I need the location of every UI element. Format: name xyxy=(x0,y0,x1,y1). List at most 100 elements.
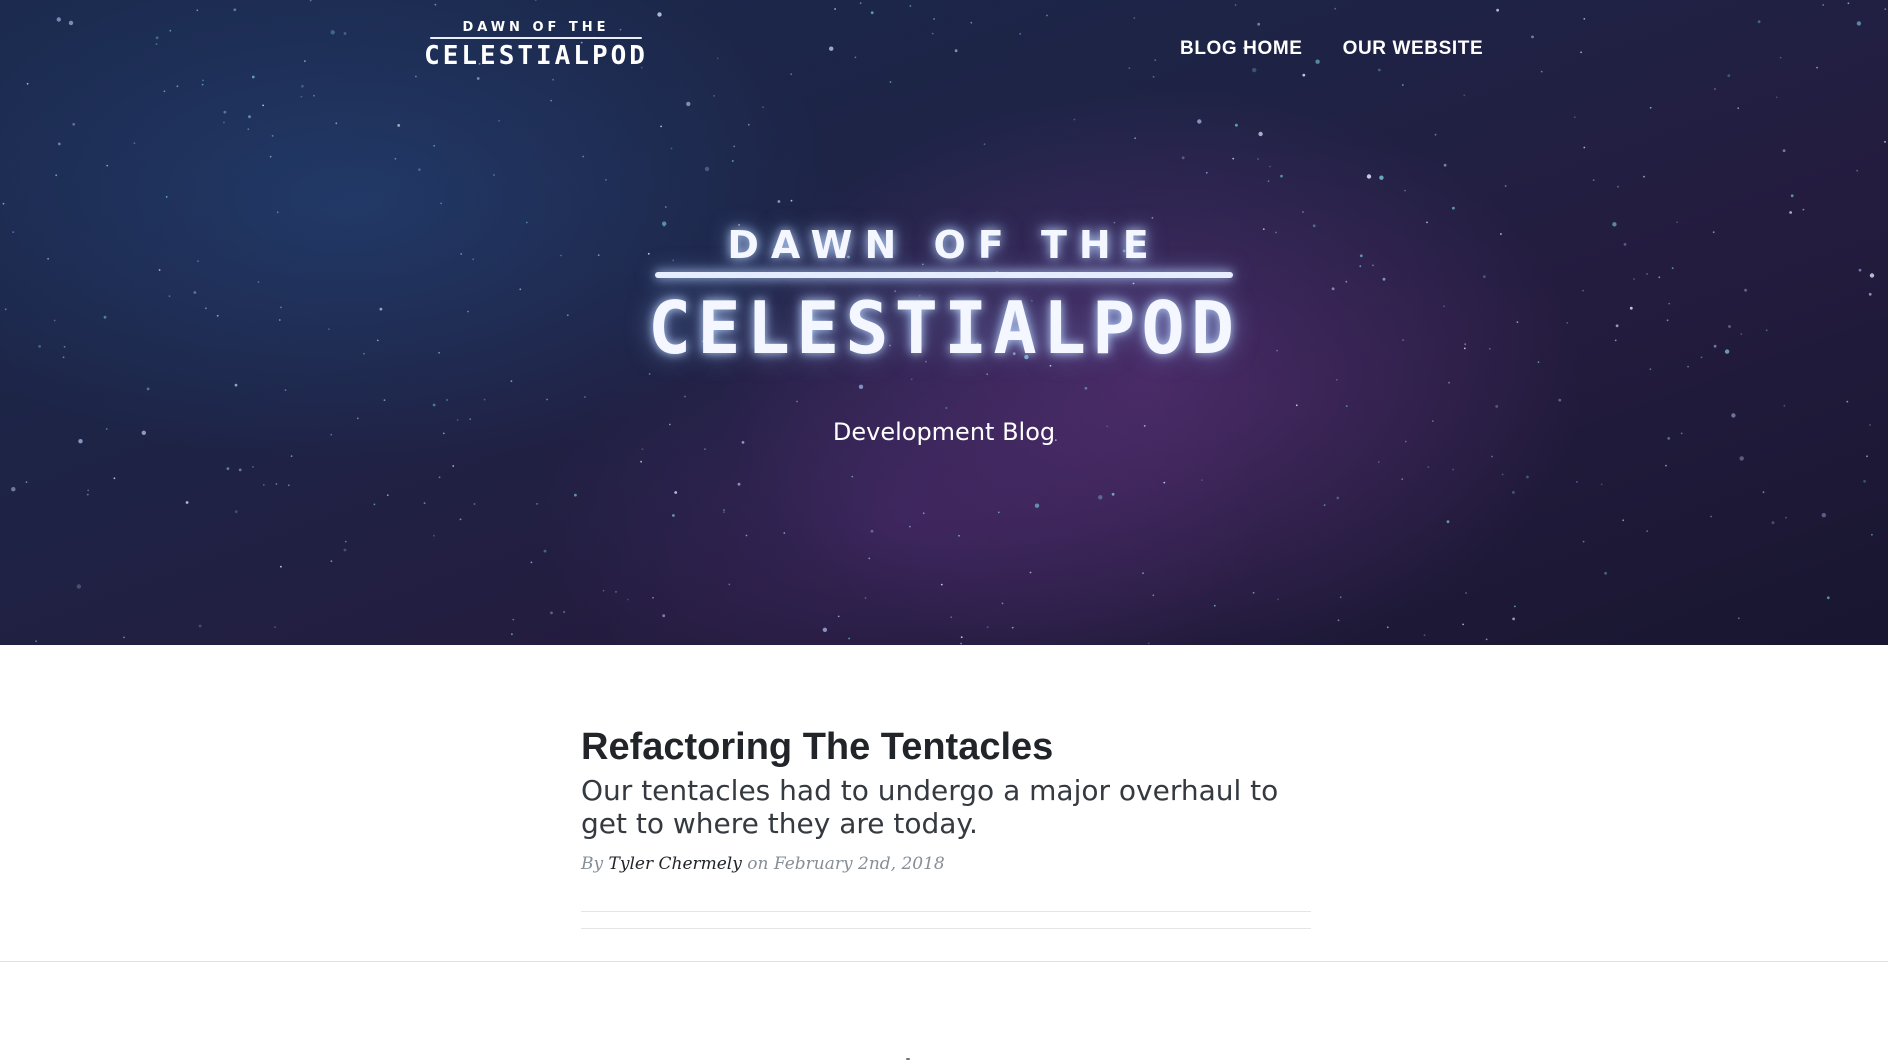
star xyxy=(1366,174,1372,179)
star xyxy=(155,36,159,40)
star xyxy=(1714,88,1716,90)
star xyxy=(1512,491,1515,494)
star xyxy=(498,119,500,122)
star xyxy=(1869,424,1871,426)
star xyxy=(909,525,911,528)
star xyxy=(12,231,15,234)
hero-header: DAWN OF THE CELESTIALPOD BLOG HOME OUR W… xyxy=(0,0,1888,645)
nav-link-blog-home[interactable]: BLOG HOME xyxy=(1180,36,1303,62)
star xyxy=(933,18,935,20)
star xyxy=(909,5,912,7)
star xyxy=(584,396,586,398)
star xyxy=(1404,189,1406,192)
nav-logo-main-text: CELESTIALPOD xyxy=(424,41,648,71)
star xyxy=(662,614,666,618)
star xyxy=(415,75,417,78)
star xyxy=(57,142,61,146)
star xyxy=(1668,302,1671,305)
star xyxy=(1501,473,1504,476)
star xyxy=(185,501,189,504)
star xyxy=(1232,157,1235,160)
hero-subtitle: Development Blog xyxy=(832,418,1056,446)
star xyxy=(1011,626,1014,629)
star xyxy=(1295,404,1298,407)
nav-logo-divider xyxy=(430,37,642,39)
star xyxy=(433,144,436,147)
star xyxy=(198,624,202,628)
star xyxy=(940,583,943,586)
star xyxy=(762,106,764,109)
star xyxy=(169,29,172,32)
star xyxy=(1516,321,1519,323)
star xyxy=(440,202,442,205)
star xyxy=(1779,56,1782,59)
star xyxy=(1235,123,1238,127)
star xyxy=(1884,141,1886,143)
star xyxy=(1724,349,1730,354)
star xyxy=(1029,571,1032,574)
star xyxy=(1488,347,1491,350)
star xyxy=(1277,598,1279,601)
star xyxy=(1404,440,1407,443)
star xyxy=(252,466,254,468)
star xyxy=(552,78,554,81)
star xyxy=(986,626,989,629)
star xyxy=(668,423,671,426)
star xyxy=(11,487,16,492)
star xyxy=(1334,7,1337,10)
star xyxy=(1531,35,1534,39)
star xyxy=(205,307,207,310)
star xyxy=(1128,67,1131,69)
star xyxy=(78,439,83,444)
star xyxy=(728,583,731,586)
star xyxy=(574,493,577,497)
star xyxy=(1302,73,1306,77)
star xyxy=(233,8,237,12)
star xyxy=(275,483,278,485)
star xyxy=(68,20,74,26)
star xyxy=(582,155,585,158)
star xyxy=(1671,267,1674,269)
star xyxy=(363,352,365,355)
nav-link-our-website[interactable]: OUR WEBSITE xyxy=(1343,36,1484,62)
star xyxy=(1491,455,1493,458)
star xyxy=(1372,264,1374,267)
star xyxy=(1580,51,1582,54)
star xyxy=(438,351,440,354)
post-title-link[interactable]: Refactoring The Tentacles xyxy=(581,720,1311,774)
star xyxy=(560,254,562,257)
post-subtitle: Our tentacles had to undergo a major ove… xyxy=(581,774,1279,840)
star xyxy=(597,254,600,256)
star xyxy=(1782,149,1786,153)
star xyxy=(1434,133,1437,136)
star xyxy=(1302,211,1304,213)
star xyxy=(201,83,204,86)
star xyxy=(1558,398,1562,402)
star xyxy=(86,493,89,496)
star xyxy=(511,633,513,636)
star xyxy=(1463,347,1466,350)
star xyxy=(660,125,662,128)
star xyxy=(1744,288,1747,292)
star xyxy=(550,611,553,615)
star xyxy=(1676,221,1678,224)
star xyxy=(433,534,435,537)
star xyxy=(1629,306,1633,310)
star xyxy=(783,532,786,534)
star xyxy=(202,79,204,82)
footer-divider xyxy=(0,961,1888,962)
star xyxy=(1710,515,1712,518)
nav-logo-link[interactable]: DAWN OF THE CELESTIALPOD xyxy=(420,20,652,76)
star xyxy=(672,514,675,517)
star xyxy=(733,145,736,148)
star xyxy=(648,373,651,375)
star xyxy=(38,345,41,348)
star xyxy=(290,455,293,457)
star xyxy=(1339,596,1342,599)
star xyxy=(1646,530,1649,532)
nav-logo-top-text: DAWN OF THE xyxy=(462,20,610,35)
star xyxy=(1802,208,1805,211)
post-author-link[interactable]: Tyler Chermely xyxy=(609,854,742,874)
star xyxy=(1495,405,1499,408)
post-divider-secondary xyxy=(581,928,1311,929)
